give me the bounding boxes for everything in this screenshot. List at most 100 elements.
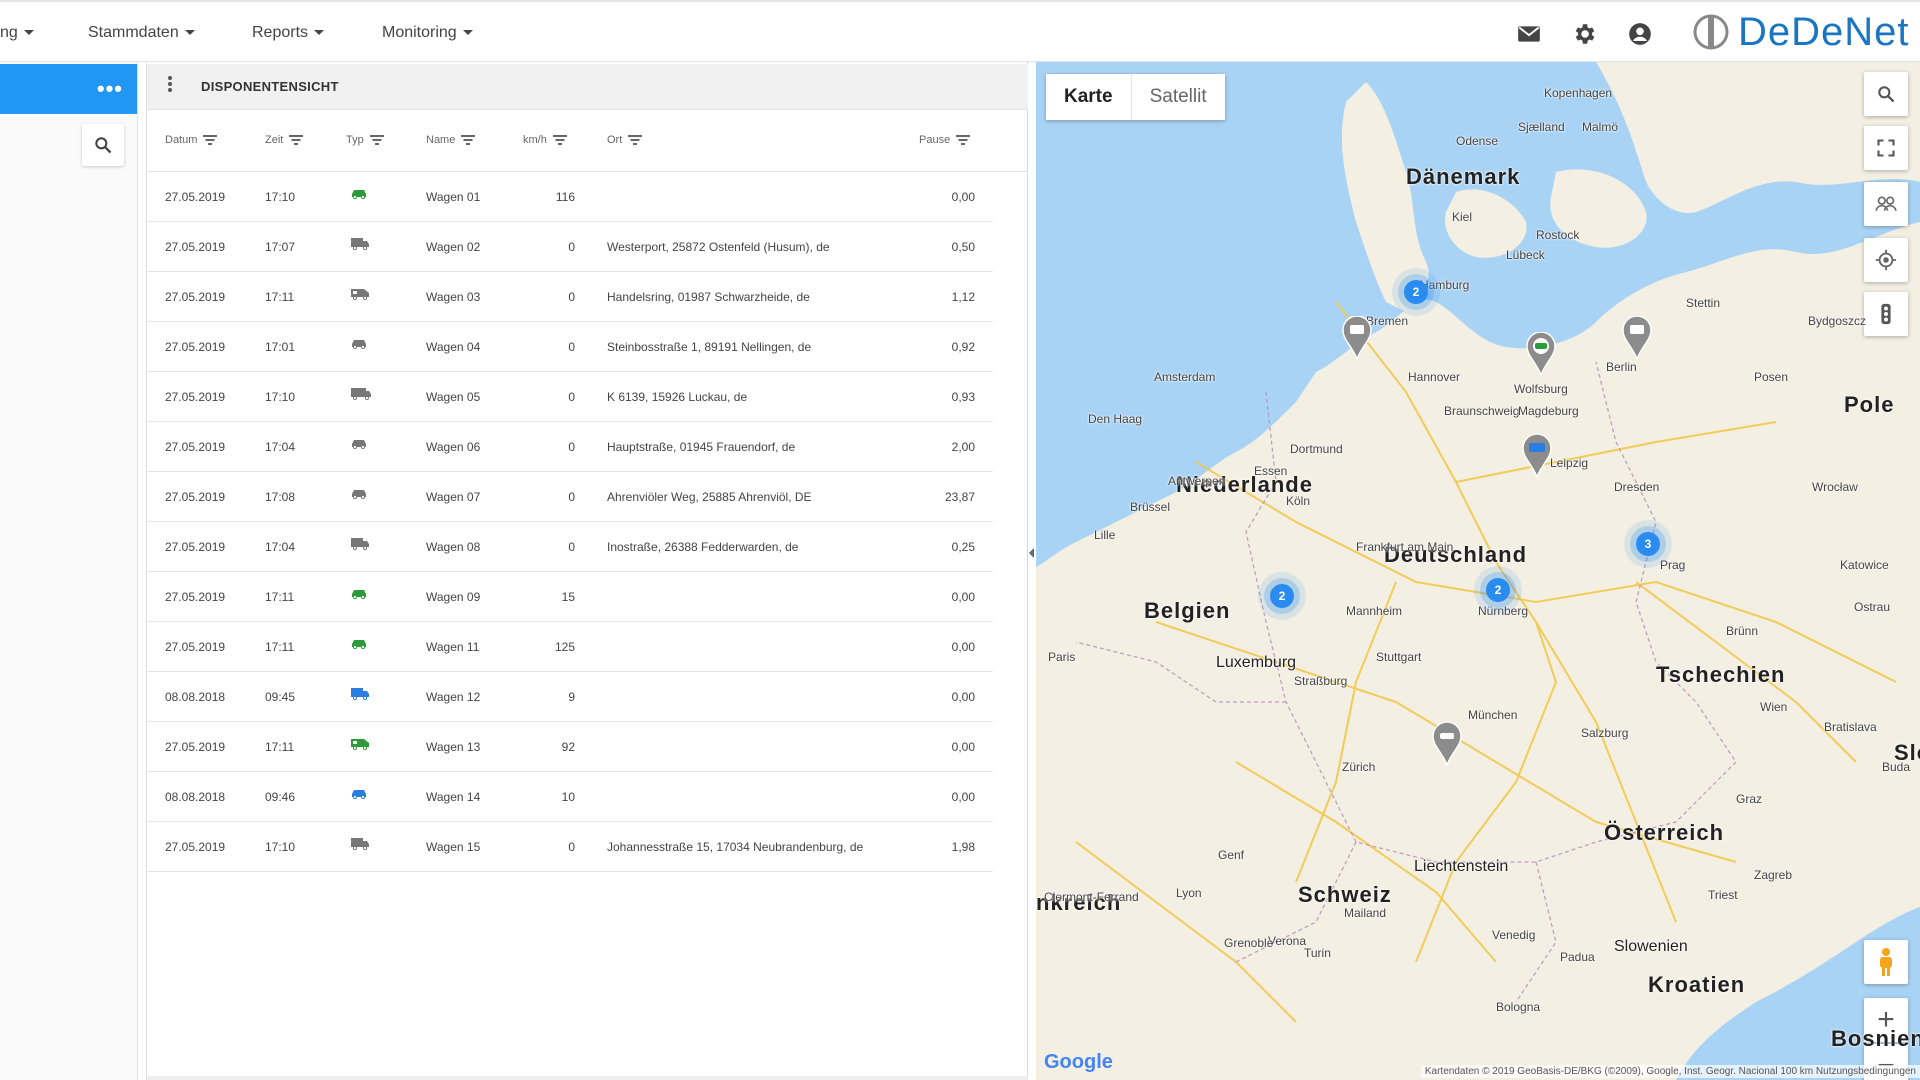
filter-icon[interactable] bbox=[552, 135, 567, 145]
search-icon bbox=[1878, 86, 1895, 103]
vehicle-pin-car-icon[interactable] bbox=[1526, 332, 1556, 376]
map-attribution[interactable]: Kartendaten © 2019 GeoBasis-DE/BKG (©200… bbox=[1420, 1065, 1920, 1078]
map-group-button[interactable] bbox=[1864, 182, 1908, 226]
filter-icon[interactable] bbox=[461, 135, 476, 145]
filter-icon[interactable] bbox=[628, 135, 643, 145]
country-label: Dänemark bbox=[1406, 164, 1521, 189]
city-label: Den Haag bbox=[1088, 412, 1143, 426]
city-label: Prag bbox=[1660, 558, 1686, 572]
table-row[interactable]: 27.05.2019 17:07 Wagen 02 0 Westerport, 2587… bbox=[147, 222, 993, 272]
map-background bbox=[1036, 62, 1920, 1080]
more-options-icon[interactable]: ••• bbox=[97, 76, 123, 102]
table-row[interactable]: 27.05.2019 17:11 Wagen 03 0 Handelsring, 019… bbox=[147, 272, 993, 322]
vehicle-cluster-marker[interactable]: 3 bbox=[1636, 532, 1660, 556]
country-label: Liechtenstein bbox=[1414, 858, 1509, 875]
cell-name: Wagen 13 bbox=[426, 740, 481, 754]
table-row[interactable]: 27.05.2019 17:11 Wagen 09 15 0,00 bbox=[147, 572, 993, 622]
city-label: Zürich bbox=[1342, 760, 1376, 774]
collapse-panel-arrow-icon[interactable] bbox=[1029, 548, 1034, 558]
filter-icon[interactable] bbox=[369, 135, 384, 145]
cell-pause: 1,12 bbox=[951, 290, 975, 304]
column-header-pause[interactable]: Pause bbox=[919, 134, 971, 146]
city-label: Bremen bbox=[1366, 314, 1409, 328]
table-row[interactable]: 27.05.2019 17:01 Wagen 04 0 Steinbosstraße 1… bbox=[147, 322, 993, 372]
cell-name: Wagen 06 bbox=[426, 440, 481, 454]
menu-reports[interactable]: Reports bbox=[252, 24, 325, 42]
column-header-name[interactable]: Name bbox=[426, 134, 476, 146]
menu-stammdaten[interactable]: Stammdaten bbox=[88, 24, 195, 42]
city-label: Turin bbox=[1304, 946, 1331, 960]
vehicle-pin-truck-icon[interactable] bbox=[1522, 434, 1552, 478]
cell-datum: 27.05.2019 bbox=[165, 590, 226, 604]
cell-datum: 27.05.2019 bbox=[165, 490, 226, 504]
mail-icon[interactable] bbox=[1516, 21, 1542, 47]
vehicle-pin-car-icon[interactable] bbox=[1432, 722, 1462, 766]
filter-icon[interactable] bbox=[289, 135, 304, 145]
sidebar-search-button[interactable] bbox=[82, 124, 124, 166]
gear-icon[interactable] bbox=[1571, 21, 1597, 47]
cell-ort: Inostraße, 26388 Fedderwarden, de bbox=[607, 540, 799, 554]
fullscreen-icon bbox=[1877, 139, 1895, 157]
menu-partial-label: ng bbox=[0, 24, 18, 41]
city-label: Venedig bbox=[1492, 928, 1536, 942]
table-row[interactable]: 08.08.2018 09:46 Wagen 14 10 0,00 bbox=[147, 772, 993, 822]
vehicle-cluster-marker[interactable]: 2 bbox=[1270, 584, 1294, 608]
user-account-icon[interactable] bbox=[1627, 21, 1653, 47]
cell-kmh: 0 bbox=[568, 390, 575, 404]
cell-datum: 27.05.2019 bbox=[165, 340, 226, 354]
city-label: Wolfsburg bbox=[1514, 382, 1568, 396]
table-row[interactable]: 27.05.2019 17:11 Wagen 13 92 0,00 bbox=[147, 722, 993, 772]
chevron-down-icon bbox=[23, 30, 34, 36]
filter-icon[interactable] bbox=[956, 135, 971, 145]
vehicle-type-truck-icon bbox=[350, 537, 370, 553]
vehicle-type-car-icon bbox=[350, 187, 368, 202]
vehicle-pin-truck-icon[interactable] bbox=[1622, 316, 1652, 360]
map-view[interactable]: Karte Satellit + − DänemarkNiederlandeDe… bbox=[1036, 62, 1920, 1080]
city-label: Köln bbox=[1286, 494, 1311, 508]
street-view-pegman[interactable] bbox=[1864, 940, 1908, 984]
table-row[interactable]: 27.05.2019 17:08 Wagen 07 0 Ahrenviöler Weg,… bbox=[147, 472, 993, 522]
vehicle-pin-truck-icon[interactable] bbox=[1342, 316, 1372, 360]
city-label: Salzburg bbox=[1581, 726, 1629, 740]
city-label: Triest bbox=[1708, 888, 1738, 902]
table-row[interactable]: 27.05.2019 17:04 Wagen 06 0 Hauptstraße, 019… bbox=[147, 422, 993, 472]
cell-datum: 27.05.2019 bbox=[165, 740, 226, 754]
panel-menu-icon[interactable] bbox=[167, 74, 173, 96]
column-header-ort[interactable]: Ort bbox=[607, 134, 643, 146]
cell-pause: 0,25 bbox=[951, 540, 975, 554]
vehicle-type-car-icon bbox=[350, 437, 368, 452]
cell-zeit: 17:08 bbox=[265, 490, 296, 504]
vehicle-cluster-marker[interactable]: 2 bbox=[1404, 280, 1428, 304]
city-label: Zagreb bbox=[1754, 868, 1793, 882]
column-label: Typ bbox=[346, 134, 364, 146]
panel-scrollbar-track[interactable] bbox=[147, 1076, 1028, 1080]
map-traffic-button[interactable] bbox=[1864, 292, 1908, 336]
map-type-satellit-button[interactable]: Satellit bbox=[1130, 74, 1225, 120]
table-row[interactable]: 27.05.2019 17:10 Wagen 05 0 K 6139, 15926 Lu… bbox=[147, 372, 993, 422]
cell-datum: 27.05.2019 bbox=[165, 240, 226, 254]
column-header-typ[interactable]: Typ bbox=[346, 134, 384, 146]
table-row[interactable]: 27.05.2019 17:11 Wagen 11 125 0,00 bbox=[147, 622, 993, 672]
table-row[interactable]: 27.05.2019 17:10 Wagen 15 0 Johannesstraße 1… bbox=[147, 822, 993, 872]
vehicle-cluster-marker[interactable]: 2 bbox=[1486, 578, 1510, 602]
column-header-zeit[interactable]: Zeit bbox=[265, 134, 304, 146]
map-search-button[interactable] bbox=[1864, 72, 1908, 116]
sidebar-active-item[interactable]: ••• bbox=[0, 64, 137, 114]
column-header-kmh[interactable]: km/h bbox=[523, 134, 567, 146]
column-label: Datum bbox=[165, 134, 198, 146]
map-fullscreen-button[interactable] bbox=[1864, 126, 1908, 170]
city-label: Straßburg bbox=[1294, 674, 1348, 688]
map-type-karte-button[interactable]: Karte bbox=[1046, 74, 1131, 120]
map-locate-button[interactable] bbox=[1864, 238, 1908, 282]
filter-icon[interactable] bbox=[203, 135, 218, 145]
column-header-datum[interactable]: Datum bbox=[165, 134, 218, 146]
city-label: Brünn bbox=[1726, 624, 1759, 638]
menu-partial[interactable]: ng bbox=[0, 24, 34, 42]
menu-monitoring[interactable]: Monitoring bbox=[382, 24, 473, 42]
table-row[interactable]: 27.05.2019 17:04 Wagen 08 0 Inostraße, 26388… bbox=[147, 522, 993, 572]
table-row[interactable]: 08.08.2018 09:45 Wagen 12 9 0,00 bbox=[147, 672, 993, 722]
table-row[interactable]: 27.05.2019 17:10 Wagen 01 116 0,00 bbox=[147, 172, 993, 222]
cell-zeit: 17:11 bbox=[265, 740, 295, 754]
vehicle-type-van-icon bbox=[350, 737, 370, 753]
city-label: Essen bbox=[1254, 464, 1288, 478]
